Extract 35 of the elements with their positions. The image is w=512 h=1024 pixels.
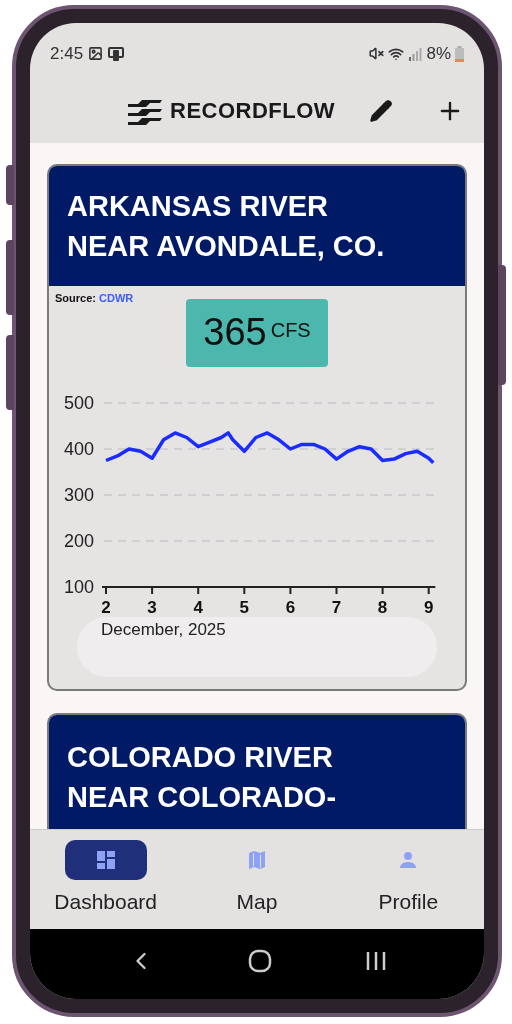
x-tick-label: 8	[377, 598, 388, 617]
y-tick-label: 300	[63, 485, 94, 505]
x-tick-label: 7	[331, 598, 342, 617]
cast-icon	[108, 45, 125, 62]
nav-tab[interactable]: Profile	[332, 840, 484, 929]
x-tick-label: 4	[193, 598, 203, 617]
y-tick-label: 200	[63, 531, 94, 551]
signal-icon	[408, 46, 423, 61]
battery-percent: 8%	[426, 42, 451, 65]
battery-icon	[455, 45, 464, 62]
source-link[interactable]: CDWR	[99, 292, 134, 304]
home-icon[interactable]	[248, 949, 272, 973]
image-icon	[88, 46, 104, 61]
card-title: ARKANSAS RIVER NEAR AVONDALE, CO.	[67, 189, 386, 264]
mute-icon	[369, 46, 385, 61]
x-tick-label: 6	[285, 598, 296, 617]
reading-unit: CFS	[270, 317, 311, 343]
x-tick-label: 9	[423, 598, 434, 617]
river-card[interactable]: COLORADO RIVER NEAR COLORADO-	[47, 713, 467, 829]
source-text: Source: CDWR	[55, 291, 134, 306]
x-tick-label: 3	[147, 598, 157, 617]
nav-tab[interactable]: Map	[181, 840, 333, 929]
card-title: COLORADO RIVER NEAR COLORADO-	[67, 740, 338, 815]
status-time: 2:45	[50, 42, 84, 65]
reading-value: 365	[203, 310, 267, 355]
axis-label: December, 2025	[101, 620, 226, 639]
brand-name: RECORDFLOW	[170, 97, 336, 125]
x-tick-label: 5	[239, 598, 250, 617]
y-tick-label: 100	[63, 577, 94, 597]
x-tick-label: 2	[101, 598, 111, 617]
y-tick-label: 500	[63, 393, 94, 413]
edit-icon[interactable]	[369, 98, 394, 123]
nav-tab[interactable]: Dashboard	[30, 840, 182, 929]
y-tick-label: 400	[63, 439, 94, 459]
recents-icon[interactable]	[365, 950, 388, 972]
